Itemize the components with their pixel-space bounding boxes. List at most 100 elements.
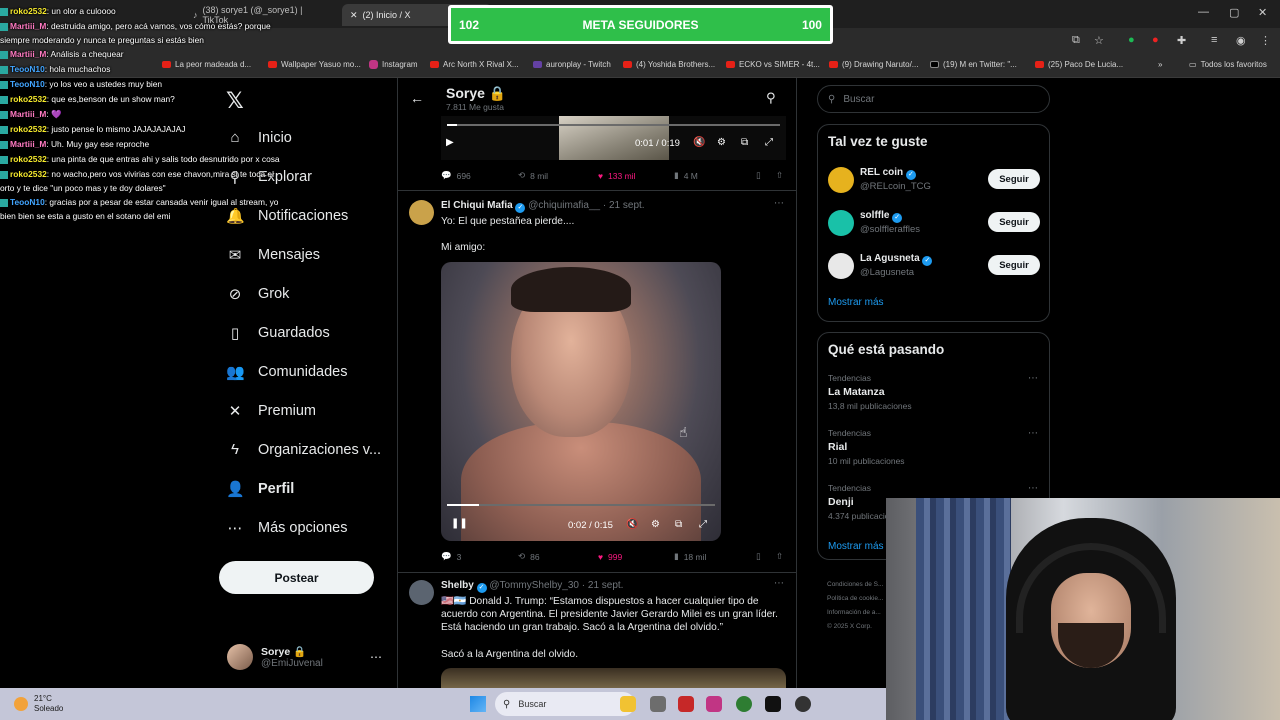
more-dots-icon[interactable]: ⋯ [774,198,784,209]
bookmark-item[interactable]: (19) M en Twitter: "... [930,60,1017,69]
nav-item-organizaciones-v[interactable]: ϟ Organizaciones v... [226,441,381,458]
close-window-icon[interactable]: ✕ [1258,6,1267,19]
bookmark-item[interactable]: Instagram [369,60,418,69]
author-name[interactable]: El Chiqui Mafia [441,200,513,211]
account-switcher[interactable]: Sorye 🔒 @EmiJuvenal [227,644,323,670]
star-icon[interactable]: ☆ [1094,34,1104,47]
suggestion-item[interactable]: La Agusneta ✓ @Lagusneta Seguir [828,251,1040,281]
more-dots-icon[interactable]: ⋯ [1028,428,1038,439]
avatar[interactable] [409,200,434,225]
pip-icon[interactable]: ⧉ [675,519,682,530]
views-button[interactable]: ▮ 18 mil [674,551,756,562]
suggestion-item[interactable]: solffle ✓ @solffleraffles Seguir [828,208,1040,238]
bookmark-item[interactable]: Arc North X Rival X... [430,60,519,69]
author-handle[interactable]: @TommyShelby_30 · 21 sept. [489,580,623,591]
settings-icon[interactable]: ⚙ [651,519,660,530]
more-dots-icon[interactable]: ⋯ [1028,373,1038,384]
reply-button[interactable]: 💬 3 [441,551,518,562]
nav-item-mensajes[interactable]: ✉ Mensajes [226,246,320,264]
author-handle[interactable]: @chiquimafia__ · 21 sept. [528,200,644,211]
extensions-puzzle-icon[interactable]: ✚ [1177,34,1186,47]
taskbar-search[interactable]: ⚲ Buscar [495,692,635,716]
extension-icon-2[interactable]: ● [1152,34,1159,46]
settings-icon[interactable]: ⚙ [717,137,726,148]
weather-widget[interactable]: 21°C Soleado [14,694,63,714]
avatar[interactable] [409,580,434,605]
repost-icon: ⟲ [518,170,526,180]
post-button[interactable]: Postear [219,561,374,594]
extension-icon[interactable]: ● [1128,34,1135,46]
mouse-cursor-icon: ☝ [679,424,688,440]
nav-item-grok[interactable]: ⊘ Grok [226,285,290,303]
back-arrow-icon[interactable]: ← [410,90,424,106]
chrome-icon[interactable] [736,696,752,712]
video-player[interactable]: ▶ 0:01 / 0:19 🔇 ⚙ ⧉ ⤢ [441,116,786,160]
minimize-icon[interactable]: — [1198,6,1209,18]
bookmark-item[interactable]: (25) Paco De Lucia... [1035,60,1123,69]
follow-button[interactable]: Seguir [988,212,1040,232]
search-icon[interactable]: ⚲ [766,90,776,106]
nav-item-comunidades[interactable]: 👥 Comunidades [226,363,347,381]
maximize-icon[interactable]: ▢ [1229,6,1239,19]
video-progress[interactable] [447,504,715,506]
repost-button[interactable]: ⟲ 8 mil [518,170,598,181]
show-more-link[interactable]: Mostrar más [828,297,884,308]
tweet-image[interactable] [441,668,786,690]
nav-item-guardados[interactable]: ▯ Guardados [226,324,330,342]
bookmark-icon[interactable]: ▯ [756,170,776,181]
who-to-follow-card: Tal vez te guste REL coin ✓ @RELcoin_TCG S… [817,124,1050,322]
communities-icon: 👥 [226,364,245,381]
taskbar-app-icon[interactable] [620,696,636,712]
mute-icon[interactable]: 🔇 [693,137,705,148]
views-button[interactable]: ▮ 4 M [674,170,756,181]
playlist-icon[interactable]: ≡ [1211,34,1217,46]
temperature: 21°C [34,694,52,703]
like-button[interactable]: ♥ 999 [598,552,674,562]
bookmark-item[interactable]: (4) Yoshida Brothers... [623,60,715,69]
more-bookmarks-icon[interactable]: » [1158,60,1162,69]
trend-item[interactable]: Tendencias Rial 10 mil publicaciones ⋯ [828,428,1040,466]
all-bookmarks[interactable]: ▭ Todos los favoritos [1189,60,1267,69]
share-icon[interactable]: ⇧ [776,551,783,562]
tiktok-icon[interactable] [765,696,781,712]
install-icon[interactable]: ⧉ [1072,34,1080,47]
author-name[interactable]: Shelby [441,580,474,591]
nav-item-premium[interactable]: ✕ Premium [226,402,316,420]
menu-dots-icon[interactable]: ⋮ [1260,34,1271,47]
video-progress[interactable] [447,124,780,126]
show-more-link[interactable]: Mostrar más [828,541,884,552]
goal-current: 102 [459,17,480,32]
pause-icon[interactable]: ❚❚ [451,518,468,529]
more-dots-icon[interactable]: ⋯ [370,650,382,664]
repost-button[interactable]: ⟲ 86 [518,551,598,562]
mute-icon[interactable]: 🔇 [626,519,638,530]
nav-item-más-opciones[interactable]: ⋯ Más opciones [226,519,348,537]
suggestion-item[interactable]: REL coin ✓ @RELcoin_TCG Seguir [828,165,1040,195]
taskbar-app-icon[interactable] [678,696,694,712]
fullscreen-icon[interactable]: ⤢ [765,137,773,148]
suggestion-name: REL coin [860,167,904,178]
pip-icon[interactable]: ⧉ [741,137,748,148]
video-player[interactable]: ❚❚ 0:02 / 0:15 🔇 ⚙ ⧉ ⤢ [441,262,721,541]
fullscreen-icon[interactable]: ⤢ [699,519,707,530]
trend-item[interactable]: Tendencias La Matanza 13,8 mil publicacion… [828,373,1040,411]
search-input[interactable]: ⚲ Buscar [817,85,1050,113]
reply-button[interactable]: 💬 696 [441,170,518,181]
share-icon[interactable]: ⇧ [776,170,783,181]
more-dots-icon[interactable]: ⋯ [774,578,784,589]
taskbar-app-icon[interactable] [650,696,666,712]
bookmark-item[interactable]: auronplay - Twitch [533,60,611,69]
instagram-icon[interactable] [706,696,722,712]
bookmark-item[interactable]: ECKO vs SIMER - 4t... [726,60,820,69]
follow-button[interactable]: Seguir [988,169,1040,189]
obs-icon[interactable] [795,696,811,712]
profile-avatar-icon[interactable]: ◉ [1236,34,1246,47]
more-dots-icon[interactable]: ⋯ [1028,483,1038,494]
bookmark-item[interactable]: (9) Drawing Naruto/... [829,60,918,69]
like-button[interactable]: ♥ 133 mil [598,171,674,181]
play-icon[interactable]: ▶ [446,137,454,148]
bookmark-icon[interactable]: ▯ [756,551,776,562]
nav-item-perfil[interactable]: 👤 Perfil [226,480,294,498]
windows-start-icon[interactable] [470,696,486,712]
follow-button[interactable]: Seguir [988,255,1040,275]
